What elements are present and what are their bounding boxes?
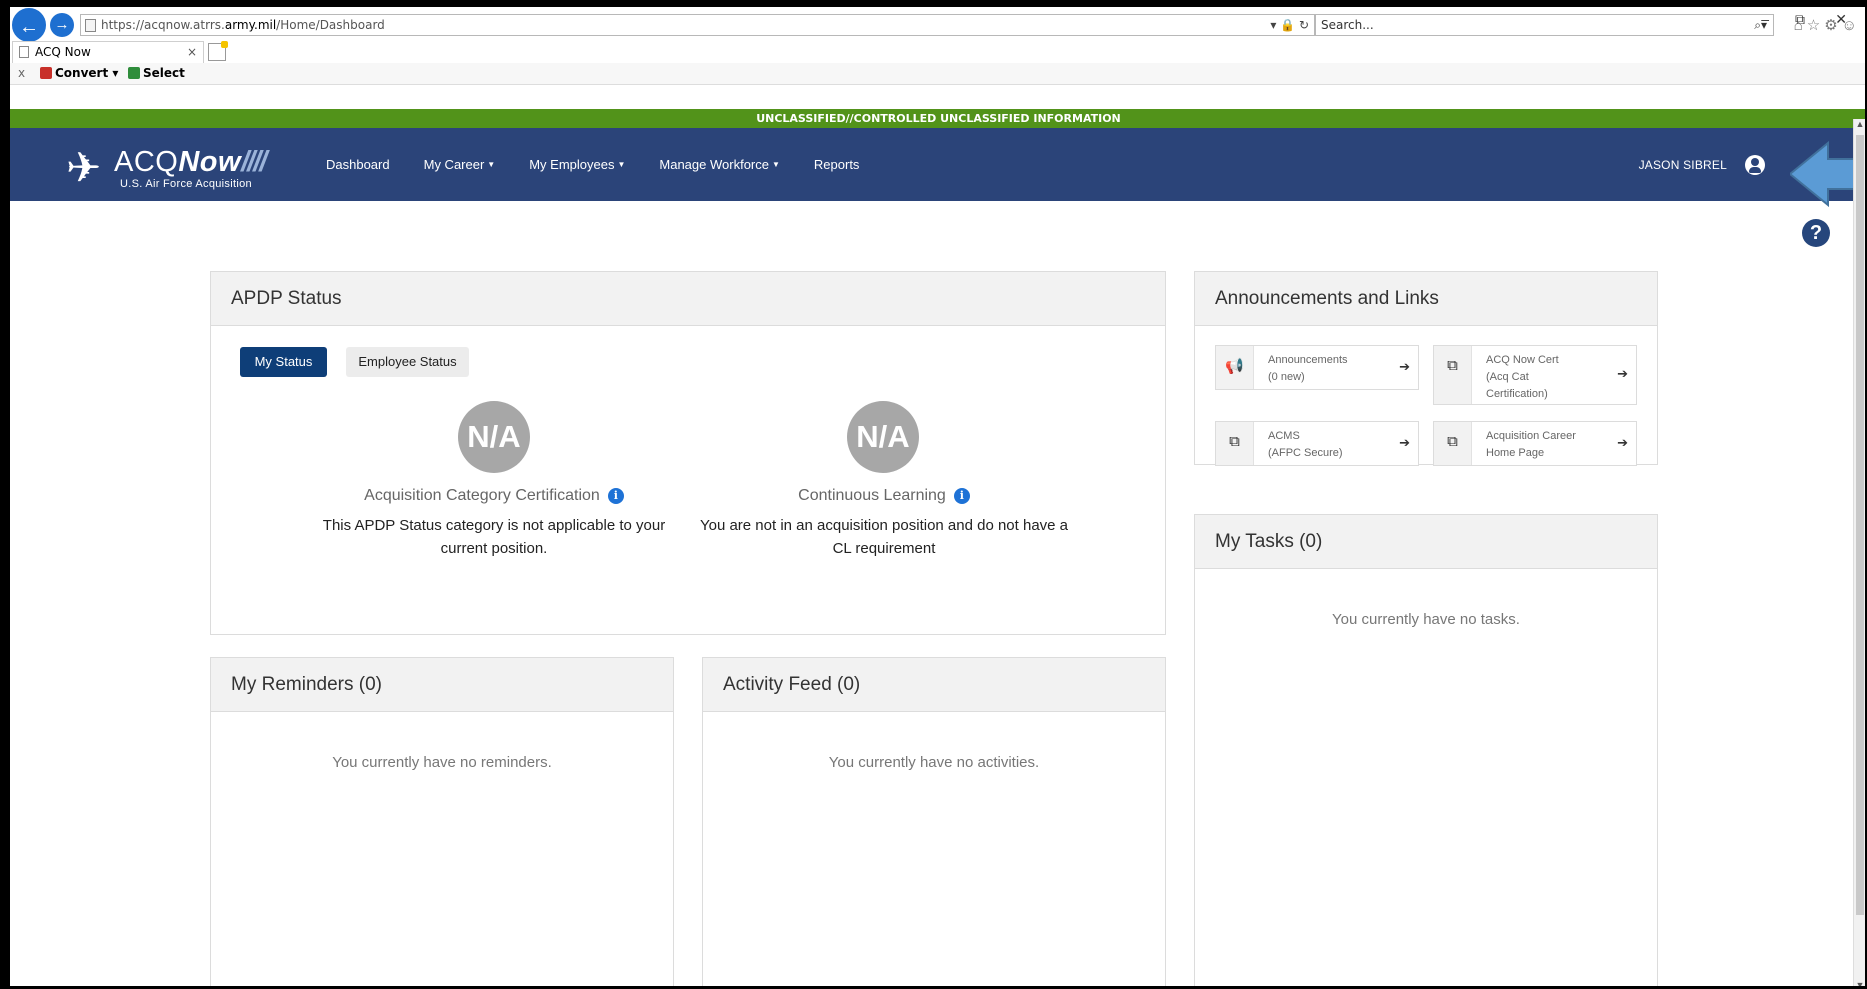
activity-feed-panel: Activity Feed (0) You currently have no … [702,657,1166,986]
browser-tab-row: ACQ Now × [10,41,1865,63]
nav-reports[interactable]: Reports [814,157,860,172]
info-icon[interactable]: i [953,488,970,504]
cl-description: You are not in an acquisition position a… [699,517,1069,557]
screen-frame: ← → https://acqnow.atrrs.army.mil/Home/D… [0,0,1867,989]
caret-down-icon: ▼ [617,160,626,169]
nav-my-career[interactable]: My Career ▼ [424,157,496,172]
acq-career-home-link-text: Acquisition Career Home Page [1486,430,1576,459]
acq-now-cert-link-text: ACQ Now Cert (Acq Cat Certification) [1486,354,1559,400]
arrow-right-icon: ➔ [1617,434,1628,450]
announcements-link-text: Announcements (0 new) [1268,354,1348,383]
select-label: Select [143,66,185,80]
user-account-icon[interactable] [1745,155,1765,175]
logo-brand: ACQNow//// [114,146,267,178]
acms-link-text: ACMS (AFPC Secure) [1268,430,1343,459]
announcements-title: Announcements and Links [1195,272,1657,326]
my-tasks-title: My Tasks (0) [1195,515,1657,569]
announcements-link[interactable]: 📢 Announcements (0 new) ➔ [1215,345,1419,390]
address-bar[interactable]: https://acqnow.atrrs.army.mil/Home/Dashb… [80,14,1316,36]
main-menu: Dashboard My Career ▼ My Employees ▼ Manag… [326,128,893,201]
megaphone-icon: 📢 [1216,346,1254,389]
new-tab-button[interactable] [208,41,228,61]
acq-cat-title: Acquisition Category Certification i [311,487,677,505]
logo-subtitle: U.S. Air Force Acquisition [120,178,252,190]
air-force-wing-icon: ✈ [66,144,102,191]
acms-link[interactable]: ⧉ ACMS (AFPC Secure) ➔ [1215,421,1419,466]
user-name[interactable]: JASON SIBREL [1639,128,1727,201]
cl-status-badge: N/A [847,401,919,473]
command-bar: x Convert ▾ Select [10,63,1865,85]
nav-my-career-label: My Career [423,157,485,172]
nav-reports-label: Reports [813,157,860,172]
arrow-right-icon: ➔ [1617,366,1628,381]
page-icon [85,19,96,32]
convert-label: Convert [55,66,109,80]
search-placeholder: Search... [1321,18,1374,32]
minimize-button[interactable]: – [1761,11,1769,27]
browser-address-row: ← → https://acqnow.atrrs.army.mil/Home/D… [10,7,1865,42]
acq-now-cert-link[interactable]: ⧉ ACQ Now Cert (Acq Cat Certification) ➔ [1433,345,1637,405]
back-button[interactable]: ← [12,8,46,42]
external-link-icon: ⧉ [1434,422,1472,465]
url-prefix: https://acqnow.atrrs. [101,18,225,32]
reminders-empty-message: You currently have no reminders. [332,754,552,771]
select-icon [128,67,140,79]
external-link-icon: ⧉ [1434,346,1472,404]
apdp-status-title: APDP Status [211,272,1165,326]
scroll-down-icon[interactable]: ▼ [1854,980,1865,986]
acq-cat-status-badge: N/A [458,401,530,473]
cl-title-text: Continuous Learning [798,487,946,504]
url-domain: army.mil [224,18,277,32]
caret-down-icon: ▼ [487,160,496,169]
activity-feed-title: Activity Feed (0) [703,658,1165,712]
nav-dashboard-label: Dashboard [326,157,390,172]
cl-title: Continuous Learning i [693,487,1075,505]
my-status-button[interactable]: My Status [240,347,327,377]
arrow-right-icon: ➔ [1399,434,1410,450]
tab-close-icon[interactable]: × [187,42,197,62]
my-reminders-panel: My Reminders (0) You currently have no r… [210,657,674,986]
address-bar-tools[interactable]: ▾ 🔒 ↻ [1270,15,1309,35]
arrow-right-icon: ➔ [1399,358,1410,374]
apdp-status-panel: APDP Status My Status Employee Status N/… [210,271,1166,635]
employee-status-button[interactable]: Employee Status [346,347,469,377]
tab-title: ACQ Now [35,45,91,59]
logo-stripes: //// [241,146,267,178]
site-navbar: ✈ ACQNow//// U.S. Air Force Acquisition … [10,128,1865,201]
convert-button[interactable]: Convert ▾ [40,66,118,80]
info-icon[interactable]: i [607,488,624,504]
nav-my-employees-label: My Employees [529,157,615,172]
logo-name-acq: ACQ [114,146,179,178]
activity-empty-message: You currently have no activities. [828,754,1040,771]
browser-tab[interactable]: ACQ Now × [12,41,204,63]
caret-down-icon: ▼ [771,160,780,169]
nav-manage-workforce-label: Manage Workforce [659,157,769,172]
acq-cat-title-text: Acquisition Category Certification [364,487,600,504]
nav-dashboard[interactable]: Dashboard [326,157,390,172]
logo-name-now: Now [178,146,242,178]
browser-search-input[interactable]: Search... ⌕▾ [1314,14,1774,36]
select-button[interactable]: Select [128,66,185,80]
acq-now-logo[interactable]: ✈ ACQNow//// U.S. Air Force Acquisition [66,146,296,192]
scroll-up-icon[interactable]: ▲ [1854,119,1865,133]
browser-toolbar-icons[interactable]: ⌂☆⚙☺ [1794,16,1861,34]
page-scrollbar[interactable]: ▲ ▼ [1853,119,1865,986]
acq-career-home-link[interactable]: ⧉ Acquisition Career Home Page ➔ [1433,421,1637,466]
help-icon[interactable]: ? [1802,219,1830,247]
external-link-icon: ⧉ [1216,422,1254,465]
command-bar-close-icon[interactable]: x [18,66,25,80]
announcements-panel: Announcements and Links 📢 Announcements … [1194,271,1658,466]
scroll-thumb[interactable] [1856,135,1864,915]
pdf-convert-icon [40,67,52,79]
forward-button[interactable]: → [50,13,74,37]
acq-cat-description: This APDP Status category is not applica… [322,517,666,557]
tab-page-icon [19,46,29,58]
url-path: /Home/Dashboard [276,18,385,32]
my-tasks-panel: My Tasks (0) You currently have no tasks… [1194,514,1658,986]
my-reminders-title: My Reminders (0) [211,658,673,712]
nav-my-employees[interactable]: My Employees ▼ [529,157,625,172]
nav-manage-workforce[interactable]: Manage Workforce ▼ [659,157,780,172]
classification-banner: UNCLASSIFIED//CONTROLLED UNCLASSIFIED IN… [10,109,1865,128]
tasks-empty-message: You currently have no tasks. [1332,611,1520,628]
